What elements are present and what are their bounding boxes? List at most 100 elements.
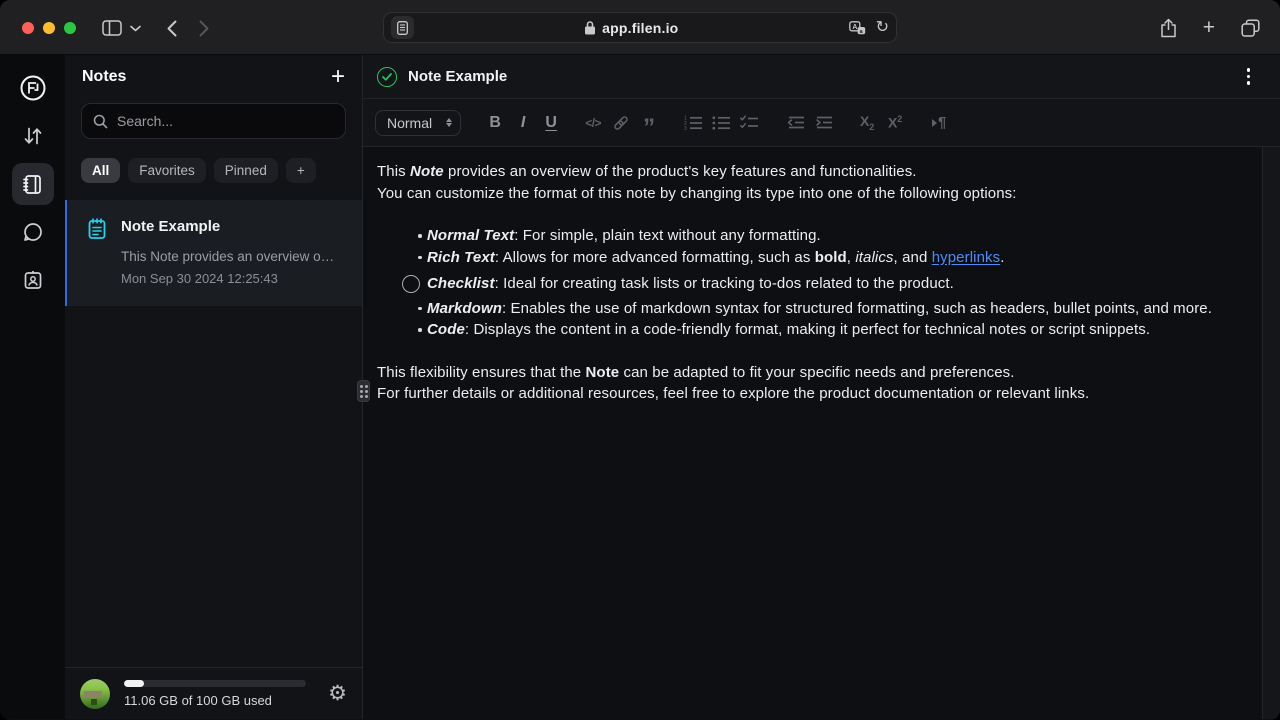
notes-search[interactable] bbox=[81, 103, 346, 139]
underline-icon: U bbox=[545, 114, 557, 132]
superscript-button[interactable]: X2 bbox=[881, 109, 909, 137]
sidebar-menu-chevron[interactable] bbox=[126, 21, 145, 36]
paragraph: For further details or additional resour… bbox=[377, 383, 1248, 405]
link-button[interactable] bbox=[607, 109, 635, 137]
paragraph: You can customize the format of this not… bbox=[377, 183, 1248, 205]
synced-check-icon bbox=[377, 67, 397, 87]
create-note-button[interactable]: + bbox=[331, 65, 345, 89]
window-controls bbox=[22, 22, 76, 34]
search-input[interactable] bbox=[117, 113, 334, 129]
indent-button[interactable] bbox=[809, 109, 837, 137]
note-menu-button[interactable] bbox=[1243, 64, 1255, 89]
notes-panel-title: Notes bbox=[82, 68, 126, 86]
checklist-button[interactable] bbox=[735, 109, 763, 137]
formatting-toolbar: Normal B I U </> ” bbox=[363, 99, 1280, 147]
indent-icon bbox=[814, 115, 833, 130]
notes-panel: Notes + All Favorites Pinned + bbox=[65, 55, 363, 719]
subscript-icon: X2 bbox=[860, 113, 874, 132]
subscript-button[interactable]: X2 bbox=[853, 109, 881, 137]
filter-pinned[interactable]: Pinned bbox=[214, 158, 278, 183]
notes-icon bbox=[21, 173, 44, 196]
note-filters: All Favorites Pinned + bbox=[81, 158, 346, 183]
sidebar-toggle-button[interactable] bbox=[98, 16, 126, 40]
italic-button[interactable]: I bbox=[509, 109, 537, 137]
filter-add-tag-button[interactable]: + bbox=[286, 158, 316, 183]
zoom-button[interactable] bbox=[64, 22, 76, 34]
checklist-item: Checklist: Ideal for creating task lists… bbox=[377, 273, 1248, 295]
text-style-value: Normal bbox=[387, 115, 432, 131]
url-text: app.filen.io bbox=[602, 20, 678, 36]
settings-button[interactable]: ⚙ bbox=[328, 683, 347, 704]
note-list-item[interactable]: Note Example This Note provides an overv… bbox=[65, 200, 362, 306]
sidebar-item-logo[interactable] bbox=[12, 67, 54, 109]
code-button[interactable]: </> bbox=[579, 109, 607, 137]
scrollbar-gutter[interactable] bbox=[1262, 147, 1280, 719]
underline-button[interactable]: U bbox=[537, 109, 565, 137]
plus-icon: + bbox=[331, 63, 345, 90]
panel-resize-handle[interactable] bbox=[357, 380, 370, 402]
hyperlink[interactable]: hyperlinks bbox=[932, 249, 1001, 266]
outdent-icon bbox=[786, 115, 805, 130]
tab-overview-button[interactable] bbox=[1237, 15, 1264, 41]
address-bar[interactable]: app.filen.io A a ↻ bbox=[383, 12, 897, 43]
svg-text:A: A bbox=[852, 23, 857, 30]
ordered-list-icon: 1 2 3 bbox=[684, 115, 703, 130]
minimize-button[interactable] bbox=[43, 22, 55, 34]
reader-button[interactable] bbox=[391, 16, 414, 39]
text-style-selector[interactable]: Normal bbox=[375, 110, 461, 136]
note-item-title: Note Example bbox=[121, 217, 220, 240]
reload-icon: ↻ bbox=[876, 20, 889, 36]
checkbox-circle-icon[interactable] bbox=[402, 275, 420, 293]
chevron-updown-icon bbox=[446, 118, 452, 127]
browser-window: app.filen.io A a ↻ bbox=[0, 0, 1280, 720]
bullet-icon bbox=[418, 234, 422, 238]
reader-icon bbox=[397, 21, 408, 35]
ordered-list-button[interactable]: 1 2 3 bbox=[679, 109, 707, 137]
translate-button[interactable]: A a bbox=[849, 21, 866, 35]
share-button[interactable] bbox=[1156, 14, 1181, 42]
filter-favorites[interactable]: Favorites bbox=[128, 158, 206, 183]
filter-all[interactable]: All bbox=[81, 158, 120, 183]
plus-icon: + bbox=[1203, 17, 1215, 38]
storage-progress-fill bbox=[124, 680, 144, 687]
reload-button[interactable]: ↻ bbox=[876, 20, 889, 36]
checklist-icon bbox=[740, 115, 759, 130]
translate-icon: A a bbox=[849, 21, 866, 35]
avatar[interactable] bbox=[80, 679, 110, 709]
sidebar-item-transfers[interactable] bbox=[12, 115, 54, 157]
gear-icon: ⚙ bbox=[328, 682, 347, 705]
list-item: Markdown: Enables the use of markdown sy… bbox=[377, 298, 1248, 320]
paragraph: This Note provides an overview of the pr… bbox=[377, 161, 1248, 183]
search-icon bbox=[93, 114, 108, 129]
forward-button[interactable] bbox=[195, 16, 213, 41]
transfers-icon bbox=[22, 125, 44, 147]
storage-usage-text: 11.06 GB of 100 GB used bbox=[124, 693, 314, 708]
close-button[interactable] bbox=[22, 22, 34, 34]
lock-icon bbox=[584, 20, 596, 35]
note-header: Note Example bbox=[363, 55, 1280, 99]
browser-toolbar: app.filen.io A a ↻ bbox=[0, 0, 1280, 55]
storage-progress-bar bbox=[124, 680, 306, 687]
bullet-icon bbox=[418, 328, 422, 332]
link-icon bbox=[612, 114, 630, 132]
blockquote-button[interactable]: ” bbox=[635, 109, 663, 137]
paragraph-direction-button[interactable]: ¶ bbox=[925, 109, 953, 137]
back-button[interactable] bbox=[163, 16, 181, 41]
chevron-right-icon bbox=[199, 20, 209, 37]
note-item-date: Mon Sep 30 2024 12:25:43 bbox=[121, 271, 346, 286]
note-editor: Note Example Normal B I U </> bbox=[363, 55, 1280, 719]
new-tab-button[interactable]: + bbox=[1199, 13, 1219, 42]
sidebar-item-chats[interactable] bbox=[12, 211, 54, 253]
kebab-menu-icon bbox=[1247, 68, 1251, 72]
bullet-list-button[interactable] bbox=[707, 109, 735, 137]
sidebar-item-contacts[interactable] bbox=[12, 259, 54, 301]
share-icon bbox=[1160, 18, 1177, 38]
note-content[interactable]: This Note provides an overview of the pr… bbox=[363, 147, 1280, 719]
bullet-list-icon bbox=[712, 115, 731, 130]
filen-logo-icon bbox=[20, 75, 46, 101]
bold-button[interactable]: B bbox=[481, 109, 509, 137]
chevron-left-icon bbox=[167, 20, 177, 37]
sidebar-item-notes[interactable] bbox=[12, 163, 54, 205]
bullet-icon bbox=[418, 307, 422, 311]
outdent-button[interactable] bbox=[781, 109, 809, 137]
